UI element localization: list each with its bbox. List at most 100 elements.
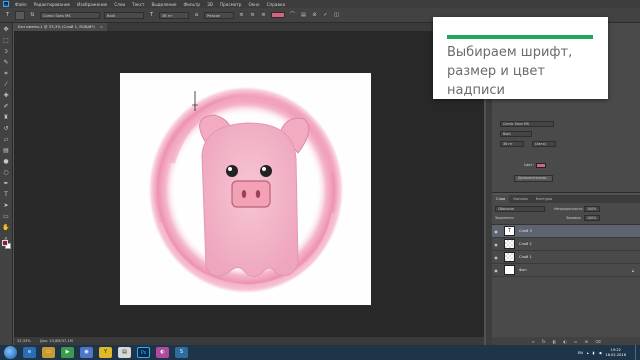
stamp-tool-icon[interactable]: ♜ — [2, 113, 11, 122]
menu-image[interactable]: Изображение — [77, 2, 107, 7]
trash-icon[interactable]: ⌫ — [595, 339, 601, 344]
photoshop-taskbar-icon[interactable]: Ps — [137, 347, 150, 358]
media-player-icon[interactable]: ▶ — [61, 347, 74, 358]
char-color-swatch[interactable] — [536, 163, 546, 168]
layer-row[interactable]: ◉ Фон 🔒︎ — [492, 264, 640, 277]
dodge-tool-icon[interactable]: ○ — [2, 168, 11, 177]
character-panel-icon[interactable]: ▤ — [300, 12, 307, 19]
folder-icon[interactable]: ▭ — [574, 339, 578, 344]
antialias-select[interactable]: Резкое — [204, 11, 234, 19]
opacity-field[interactable]: 100% — [584, 206, 600, 212]
crop-tool-icon[interactable]: ⌗ — [2, 69, 11, 78]
clock[interactable]: 19:22 16.02.2016 — [605, 348, 626, 357]
app-icon[interactable]: ▤ — [118, 347, 131, 358]
adjustment-icon[interactable]: ◐ — [563, 339, 567, 344]
char-more-button[interactable]: Дополнительно... — [514, 175, 554, 182]
link-layers-icon[interactable]: ∞ — [531, 339, 534, 344]
char-leading[interactable]: (Авто) — [532, 141, 556, 147]
quick-select-tool-icon[interactable]: ✎ — [2, 58, 11, 67]
hand-tool-icon[interactable]: ✋ — [2, 223, 11, 232]
document-canvas[interactable] — [120, 73, 371, 305]
network-icon[interactable]: ▮ — [593, 351, 595, 355]
tab-paths[interactable]: Контуры — [532, 195, 556, 203]
visibility-eye-icon[interactable]: ◉ — [492, 268, 500, 273]
mask-icon[interactable]: ◧ — [553, 339, 557, 344]
tab-layers[interactable]: Слои — [492, 195, 510, 203]
visibility-eye-icon[interactable]: ◉ — [492, 229, 500, 234]
lock-icon: 🔒︎ — [631, 267, 634, 273]
char-font-family[interactable]: Comic Sans MS — [500, 121, 554, 127]
document-tab[interactable]: Без имени-1 @ 33,3% (Слой 1, RGB/8*) × — [14, 23, 108, 31]
layer-row[interactable]: ◉ T Слой 3 — [492, 225, 640, 238]
new-layer-icon[interactable]: ⊞ — [585, 339, 588, 344]
layers-footer: ∞ fx ◧ ◐ ▭ ⊞ ⌫ — [492, 337, 640, 345]
text-orientation-icon[interactable]: ⇅ — [29, 12, 36, 19]
internet-explorer-icon[interactable]: e — [23, 347, 36, 358]
3d-icon[interactable]: ◫ — [333, 12, 340, 19]
canvas-area[interactable] — [14, 31, 484, 337]
menu-window[interactable]: Окно — [248, 2, 259, 7]
foreground-color-swatch[interactable] — [2, 240, 8, 246]
skype-icon[interactable]: S — [175, 347, 188, 358]
layer-name: Фон — [519, 268, 527, 272]
align-center-icon[interactable]: ≡ — [249, 12, 256, 19]
tool-preset-picker[interactable] — [15, 10, 25, 20]
char-font-style[interactable]: Bold — [500, 131, 532, 137]
history-brush-icon[interactable]: ↺ — [2, 124, 11, 133]
visibility-eye-icon[interactable]: ◉ — [492, 242, 500, 247]
font-style-select[interactable]: Bold — [104, 11, 144, 19]
chrome-icon[interactable]: ◉ — [80, 347, 93, 358]
file-explorer-icon[interactable]: ▭ — [42, 347, 55, 358]
shape-tool-icon[interactable]: ▭ — [2, 212, 11, 221]
cancel-icon[interactable]: ⊘ — [311, 12, 318, 19]
eraser-tool-icon[interactable]: ▱ — [2, 135, 11, 144]
volume-icon[interactable]: ◀ — [599, 351, 602, 355]
font-family-select[interactable]: Comic Sans MS — [40, 11, 100, 19]
type-tool-icon[interactable]: T — [2, 190, 11, 199]
visibility-eye-icon[interactable]: ◉ — [492, 255, 500, 260]
path-select-tool-icon[interactable]: ➤ — [2, 201, 11, 210]
fill-field[interactable]: 100% — [584, 215, 600, 221]
zoom-level[interactable]: 33,33% — [17, 339, 31, 343]
yandex-browser-icon[interactable]: Y — [99, 347, 112, 358]
healing-tool-icon[interactable]: ✚ — [2, 91, 11, 100]
tab-channels[interactable]: Каналы — [509, 195, 531, 203]
menu-file[interactable]: Файл — [15, 2, 27, 7]
align-right-icon[interactable]: ≡ — [260, 12, 267, 19]
layer-row[interactable]: ◉ Слой 2 — [492, 238, 640, 251]
menu-type[interactable]: Текст — [132, 2, 144, 7]
brush-tool-icon[interactable]: ✐ — [2, 102, 11, 111]
start-button-icon[interactable] — [4, 346, 17, 359]
gradient-tool-icon[interactable]: ▤ — [2, 146, 11, 155]
char-font-size[interactable]: 36 пт — [500, 141, 524, 147]
callout-accent-bar — [447, 35, 593, 39]
lasso-tool-icon[interactable]: ↄ — [2, 47, 11, 56]
align-left-icon[interactable]: ≡ — [238, 12, 245, 19]
menu-select[interactable]: Выделение — [152, 2, 177, 7]
tray-arrow-icon[interactable]: ▴ — [587, 351, 589, 355]
menu-help[interactable]: Справка — [267, 2, 285, 7]
warp-text-icon[interactable]: ⌒ — [289, 12, 296, 19]
layer-row[interactable]: ◉ Слой 1 — [492, 251, 640, 264]
menu-3d[interactable]: 3D — [207, 2, 213, 7]
menu-view[interactable]: Просмотр — [220, 2, 242, 7]
fx-icon[interactable]: fx — [542, 339, 546, 344]
close-tab-icon[interactable]: × — [100, 24, 103, 29]
commit-icon[interactable]: ✓ — [322, 12, 329, 19]
language-indicator[interactable]: EN — [578, 351, 583, 355]
show-desktop-button[interactable] — [635, 345, 640, 360]
menu-filter[interactable]: Фильтр — [184, 2, 201, 7]
blur-tool-icon[interactable]: ● — [2, 157, 11, 166]
type-tool-icon[interactable]: T — [4, 12, 11, 19]
pen-tool-icon[interactable]: ✒ — [2, 179, 11, 188]
menu-edit[interactable]: Редактирование — [34, 2, 71, 7]
font-size-select[interactable]: 36 пт — [159, 11, 189, 19]
eyedropper-tool-icon[interactable]: ⁄ — [2, 80, 11, 89]
camtasia-icon[interactable]: ◐ — [156, 347, 169, 358]
layer-thumbnail — [504, 252, 515, 262]
marquee-tool-icon[interactable]: ⬚ — [2, 36, 11, 45]
blend-mode-select[interactable]: Обычные — [495, 206, 545, 212]
move-tool-icon[interactable]: ✥ — [2, 25, 11, 34]
menu-layers[interactable]: Слои — [114, 2, 125, 7]
text-color-swatch[interactable] — [271, 12, 285, 18]
